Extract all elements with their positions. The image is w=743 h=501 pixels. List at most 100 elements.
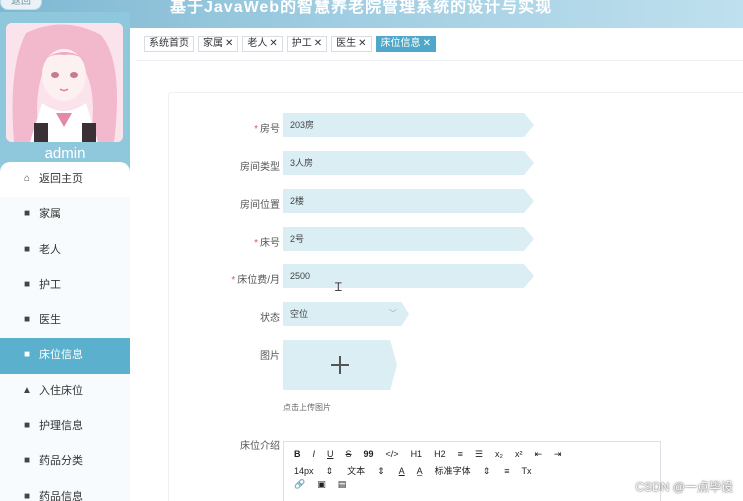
sidebar-item-label: 医生 bbox=[39, 314, 61, 327]
close-icon[interactable]: ✕ bbox=[269, 38, 277, 49]
bed-no-label: * 床号 bbox=[254, 234, 280, 249]
font-size-select[interactable]: 14px bbox=[294, 466, 314, 476]
sidebar-item-label: 药品分类 bbox=[39, 455, 83, 468]
editor-toolbar-row-2: 14px ⇕ 文本 ⇕ A A̲ 标准字体 ⇕ ≡ Tx bbox=[294, 464, 544, 477]
editor-toolbar-row-3: 🔗 ▣ ▤ bbox=[294, 479, 358, 490]
avatar bbox=[6, 23, 123, 142]
home-icon: ⌂ bbox=[23, 173, 31, 184]
code-button[interactable]: </> bbox=[386, 449, 399, 459]
header-select[interactable]: 文本 bbox=[347, 464, 365, 477]
sidebar-profile: admin bbox=[0, 12, 130, 180]
chevron-updown-icon: ⇕ bbox=[377, 466, 385, 476]
tag-home[interactable]: 系统首页 bbox=[144, 36, 194, 52]
grid-icon: ■ bbox=[23, 349, 31, 361]
tag-elderly[interactable]: 老人 ✕ bbox=[242, 36, 283, 52]
tag-doctor[interactable]: 医生 ✕ bbox=[331, 36, 372, 52]
room-type-input[interactable]: 3人房 bbox=[283, 151, 534, 175]
sidebar-item-elderly[interactable]: ■ 老人 bbox=[0, 233, 130, 268]
image-icon[interactable]: ▣ bbox=[317, 479, 326, 490]
required-mark: * bbox=[254, 124, 258, 135]
tag-caregiver[interactable]: 护工 ✕ bbox=[286, 36, 328, 52]
status-select-value: 空位 bbox=[290, 309, 309, 319]
bed-fee-input[interactable]: 2500 bbox=[283, 264, 534, 288]
sidebar-item-label: 护工 bbox=[39, 278, 61, 291]
briefcase-icon: ■ bbox=[23, 243, 31, 255]
ordered-list-icon[interactable]: ≡ bbox=[458, 449, 463, 459]
image-upload[interactable] bbox=[283, 340, 397, 390]
sidebar-item-home[interactable]: ⌂ 返回主页 bbox=[0, 162, 130, 198]
room-location-input[interactable]: 2楼 bbox=[283, 189, 534, 213]
italic-button[interactable]: I bbox=[313, 449, 316, 459]
bed-no-input[interactable]: 2号 bbox=[283, 227, 534, 251]
tags-bar: 系统首页 家属 ✕ 老人 ✕ 护工 ✕ 医生 ✕ 床位信息 ✕ bbox=[144, 36, 440, 56]
plus-icon-vertical bbox=[339, 356, 341, 374]
indent-icon[interactable]: ⇥ bbox=[554, 449, 562, 460]
close-icon[interactable]: ✕ bbox=[358, 38, 366, 49]
user-icon: ▲ bbox=[22, 384, 32, 396]
chevron-down-icon: ﹀ bbox=[389, 309, 397, 318]
sidebar-item-label: 家属 bbox=[39, 208, 61, 221]
bed-fee-label: * 床位费/月 bbox=[231, 271, 280, 286]
tag-label: 老人 bbox=[247, 38, 268, 49]
chat-icon: ■ bbox=[23, 455, 31, 467]
strike-button[interactable]: S bbox=[346, 449, 352, 459]
close-icon[interactable]: ✕ bbox=[423, 38, 431, 49]
tag-label: 医生 bbox=[336, 38, 357, 49]
outdent-icon[interactable]: ⇤ bbox=[534, 449, 542, 460]
required-mark: * bbox=[254, 238, 258, 249]
sidebar-item-nursing[interactable]: ■ 护理信息 bbox=[0, 409, 130, 444]
text-cursor-icon: Ɪ bbox=[335, 280, 342, 294]
background-color-icon[interactable]: A̲ bbox=[417, 466, 423, 476]
app-title: 基于JavaWeb的智慧养老院管理系统的设计与实现 bbox=[170, 0, 553, 16]
tags-divider bbox=[136, 60, 743, 61]
font-color-icon[interactable]: A bbox=[399, 466, 405, 476]
username: admin bbox=[44, 145, 86, 162]
bullet-list-icon[interactable]: ☰ bbox=[475, 449, 483, 460]
upload-hint: 点击上传图片 bbox=[283, 403, 331, 412]
sidebar-item-label: 药品信息 bbox=[39, 490, 83, 501]
sidebar-item-family[interactable]: ■ 家属 bbox=[0, 197, 130, 232]
underline-button[interactable]: U bbox=[327, 449, 334, 459]
align-icon[interactable]: ≡ bbox=[504, 466, 509, 476]
sidebar: admin ⌂ 返回主页 ■ 家属 ■ 老人 ■ 护工 ■ 医生 ■ 床位信息 … bbox=[0, 12, 130, 501]
document-icon: ■ bbox=[23, 490, 31, 501]
h1-button[interactable]: H1 bbox=[411, 449, 423, 459]
sidebar-item-checkin-bed[interactable]: ▲ 入住床位 bbox=[0, 374, 130, 409]
tag-label: 系统首页 bbox=[149, 38, 189, 49]
bold-button[interactable]: B bbox=[294, 449, 301, 459]
intro-label: 床位介绍 bbox=[240, 441, 280, 452]
status-select[interactable]: 空位 ﹀ bbox=[283, 302, 409, 326]
bed-no-label-text: 床号 bbox=[260, 238, 280, 249]
link-icon[interactable]: 🔗 bbox=[294, 479, 305, 490]
film-icon: ■ bbox=[23, 420, 31, 432]
video-icon[interactable]: ▤ bbox=[338, 479, 347, 490]
sidebar-item-caregiver[interactable]: ■ 护工 bbox=[0, 268, 130, 303]
rich-text-editor[interactable]: B I U S 99 </> H1 H2 ≡ ☰ x₂ x² ⇤ ⇥ 14px ⇕ 文本 ⇕ A A̲ 标准字体 ⇕ ≡ T… bbox=[283, 441, 661, 501]
chevron-updown-icon: ⇕ bbox=[482, 466, 491, 476]
font-family-select[interactable]: 标准字体 bbox=[435, 464, 471, 477]
sidebar-menu: ⌂ 返回主页 ■ 家属 ■ 老人 ■ 护工 ■ 医生 ■ 床位信息 ▲ 入住床位… bbox=[0, 162, 130, 501]
subscript-button[interactable]: x₂ bbox=[495, 449, 503, 459]
tag-label: 护工 bbox=[291, 38, 312, 49]
grid-icon: ■ bbox=[23, 314, 31, 326]
sidebar-item-label: 护理信息 bbox=[39, 420, 83, 433]
back-button[interactable]: 返回 bbox=[0, 0, 42, 10]
h2-button[interactable]: H2 bbox=[434, 449, 446, 459]
sidebar-item-drug-info[interactable]: ■ 药品信息 bbox=[0, 480, 130, 501]
tag-family[interactable]: 家属 ✕ bbox=[198, 36, 239, 52]
status-label: 状态 bbox=[260, 313, 280, 324]
sidebar-item-label: 入住床位 bbox=[39, 384, 83, 397]
close-icon[interactable]: ✕ bbox=[225, 38, 233, 49]
tag-bed-info[interactable]: 床位信息 ✕ bbox=[375, 36, 436, 52]
room-no-input[interactable]: 203房 bbox=[283, 113, 534, 137]
quote-button[interactable]: 99 bbox=[364, 449, 374, 459]
clear-format-icon[interactable]: Tx bbox=[522, 466, 532, 476]
superscript-button[interactable]: x² bbox=[515, 449, 523, 459]
sidebar-item-doctor[interactable]: ■ 医生 bbox=[0, 303, 130, 338]
sidebar-item-drug-category[interactable]: ■ 药品分类 bbox=[0, 444, 130, 479]
sidebar-item-label: 床位信息 bbox=[39, 349, 83, 362]
room-location-label: 房间位置 bbox=[240, 200, 280, 211]
close-icon[interactable]: ✕ bbox=[314, 38, 322, 49]
sidebar-item-label: 返回主页 bbox=[39, 173, 83, 185]
sidebar-item-bed-info[interactable]: ■ 床位信息 bbox=[0, 338, 130, 374]
